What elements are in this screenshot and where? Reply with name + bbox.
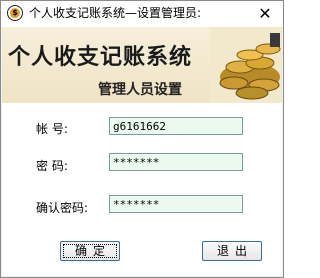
app-icon-glyph: $: [10, 8, 20, 18]
banner-title: 个人收支记账系统: [8, 45, 193, 70]
close-icon[interactable]: ✕: [255, 4, 275, 24]
password-input[interactable]: *******: [109, 153, 243, 171]
header-banner: 个人收支记账系统 管理人员设置: [2, 27, 282, 103]
exit-button[interactable]: 退出: [202, 241, 262, 261]
account-label: 帐 号:: [36, 122, 68, 136]
ok-button[interactable]: 确定: [60, 241, 120, 261]
banner-subtitle: 管理人员设置: [98, 82, 182, 98]
coins-image: [210, 27, 282, 103]
confirm-password-input[interactable]: *******: [109, 195, 243, 213]
account-input[interactable]: g6161662: [109, 117, 243, 135]
window-title: 个人收支记账系统—设置管理员:: [29, 6, 202, 20]
dialog-window: $ 个人收支记账系统—设置管理员: ✕ 个人收支记账系统 管理人员设置 帐 号:…: [0, 0, 284, 278]
title-bar[interactable]: $ 个人收支记账系统—设置管理员: ✕: [1, 1, 283, 27]
coin-icon: $: [7, 5, 23, 21]
password-label: 密 码:: [36, 159, 68, 173]
confirm-password-label: 确认密码:: [36, 201, 89, 215]
form-panel: 帐 号: g6161662 密 码: ******* 确认密码: *******…: [2, 103, 282, 276]
